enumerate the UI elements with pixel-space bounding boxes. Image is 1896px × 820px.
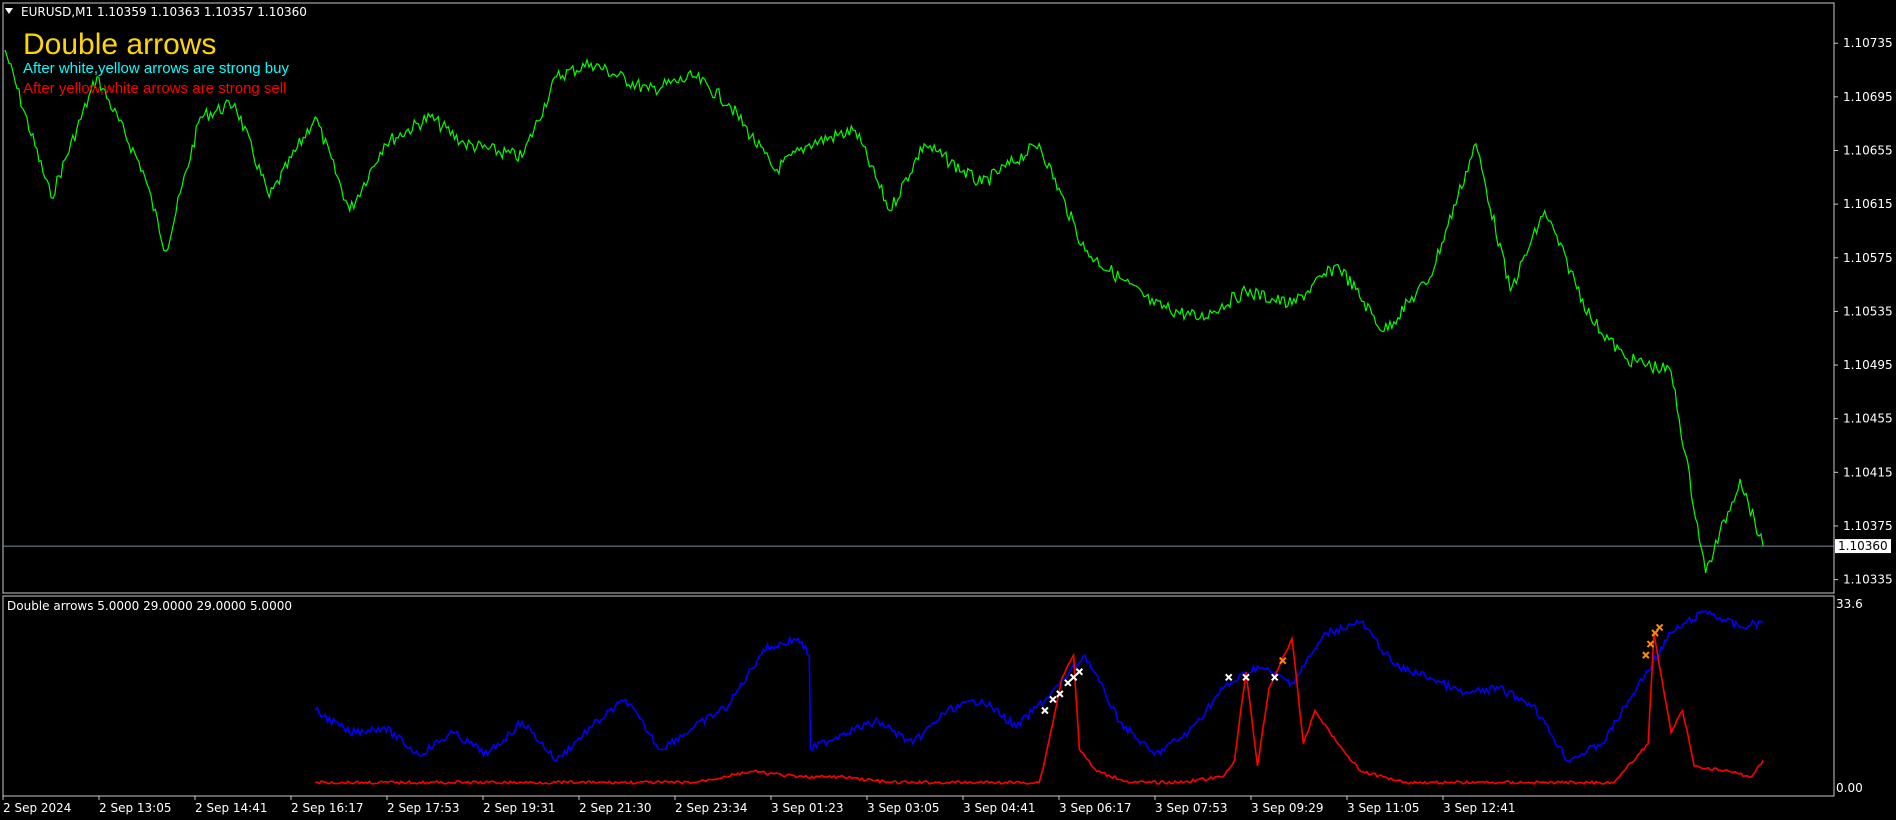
price-tick-label: 1.10535	[1843, 304, 1893, 318]
signal-cross-icon	[1069, 673, 1078, 681]
price-tick-label: 1.10655	[1843, 144, 1893, 158]
indicator-label: Double arrows 5.0000 29.0000 29.0000 5.0…	[7, 599, 292, 613]
time-tick-label: 3 Sep 01:23	[771, 801, 843, 815]
time-tick-label: 2 Sep 13:05	[99, 801, 171, 815]
trading-chart[interactable]: 1.10735 1.10695 1.10655 1.10615 1.10575 1.105…	[0, 0, 1896, 820]
time-tick-label: 3 Sep 07:53	[1155, 801, 1227, 815]
time-tick-label: 3 Sep 04:41	[963, 801, 1035, 815]
signal-cross-icon	[1075, 668, 1084, 676]
price-tick-label: 1.10375	[1843, 519, 1893, 533]
price-tick-label: 1.10335	[1843, 573, 1893, 587]
signal-cross-icon	[1049, 695, 1057, 704]
time-tick-label: 3 Sep 09:29	[1251, 801, 1323, 815]
price-tick-label: 1.10495	[1843, 358, 1893, 372]
price-tick-label: 1.10695	[1843, 90, 1893, 104]
time-tick-label: 3 Sep 03:05	[867, 801, 939, 815]
symbol-label: EURUSD,M1 1.10359 1.10363 1.10357 1.1036…	[21, 5, 307, 19]
sell-note: After yellow,white arrows are strong sel…	[23, 80, 286, 97]
chart-title: Double arrows	[23, 28, 216, 61]
time-tick-label: 3 Sep 12:41	[1443, 801, 1515, 815]
signal-cross-icon	[1642, 651, 1650, 659]
indicator-blue-line	[314, 609, 1764, 764]
price-series-line	[4, 49, 1764, 574]
current-price-label: 1.10360	[1838, 539, 1888, 553]
price-tick-label: 1.10575	[1843, 251, 1893, 265]
time-tick-label: 2 Sep 19:31	[483, 801, 555, 815]
time-tick-label: 2 Sep 17:53	[387, 801, 459, 815]
price-tick-label: 1.10455	[1843, 412, 1893, 426]
triangle-down-icon[interactable]	[5, 8, 13, 14]
price-tick-label: 1.10735	[1843, 36, 1893, 50]
signal-cross-icon	[1064, 679, 1072, 687]
price-tick-label: 1.10615	[1843, 197, 1893, 211]
signal-cross-icon	[1225, 673, 1233, 681]
indicator-scale-bottom: 0.00	[1836, 781, 1863, 795]
time-tick-label: 2 Sep 16:17	[291, 801, 363, 815]
time-tick-label: 2 Sep 2024	[3, 801, 71, 815]
time-tick-label: 3 Sep 11:05	[1347, 801, 1419, 815]
time-tick-label: 2 Sep 21:30	[579, 801, 651, 815]
signal-cross-icon	[1041, 706, 1049, 715]
indicator-red-line	[315, 632, 1764, 786]
price-tick-label: 1.10415	[1843, 465, 1893, 479]
time-tick-label: 2 Sep 14:41	[195, 801, 267, 815]
indicator-scale-top: 33.6	[1836, 597, 1863, 611]
time-tick-label: 2 Sep 23:34	[675, 801, 747, 815]
signal-cross-icon	[1655, 623, 1664, 632]
indicator-panel-frame	[2, 595, 1835, 797]
time-tick-label: 3 Sep 06:17	[1059, 801, 1131, 815]
buy-note: After white,yellow arrows are strong buy	[23, 60, 289, 77]
